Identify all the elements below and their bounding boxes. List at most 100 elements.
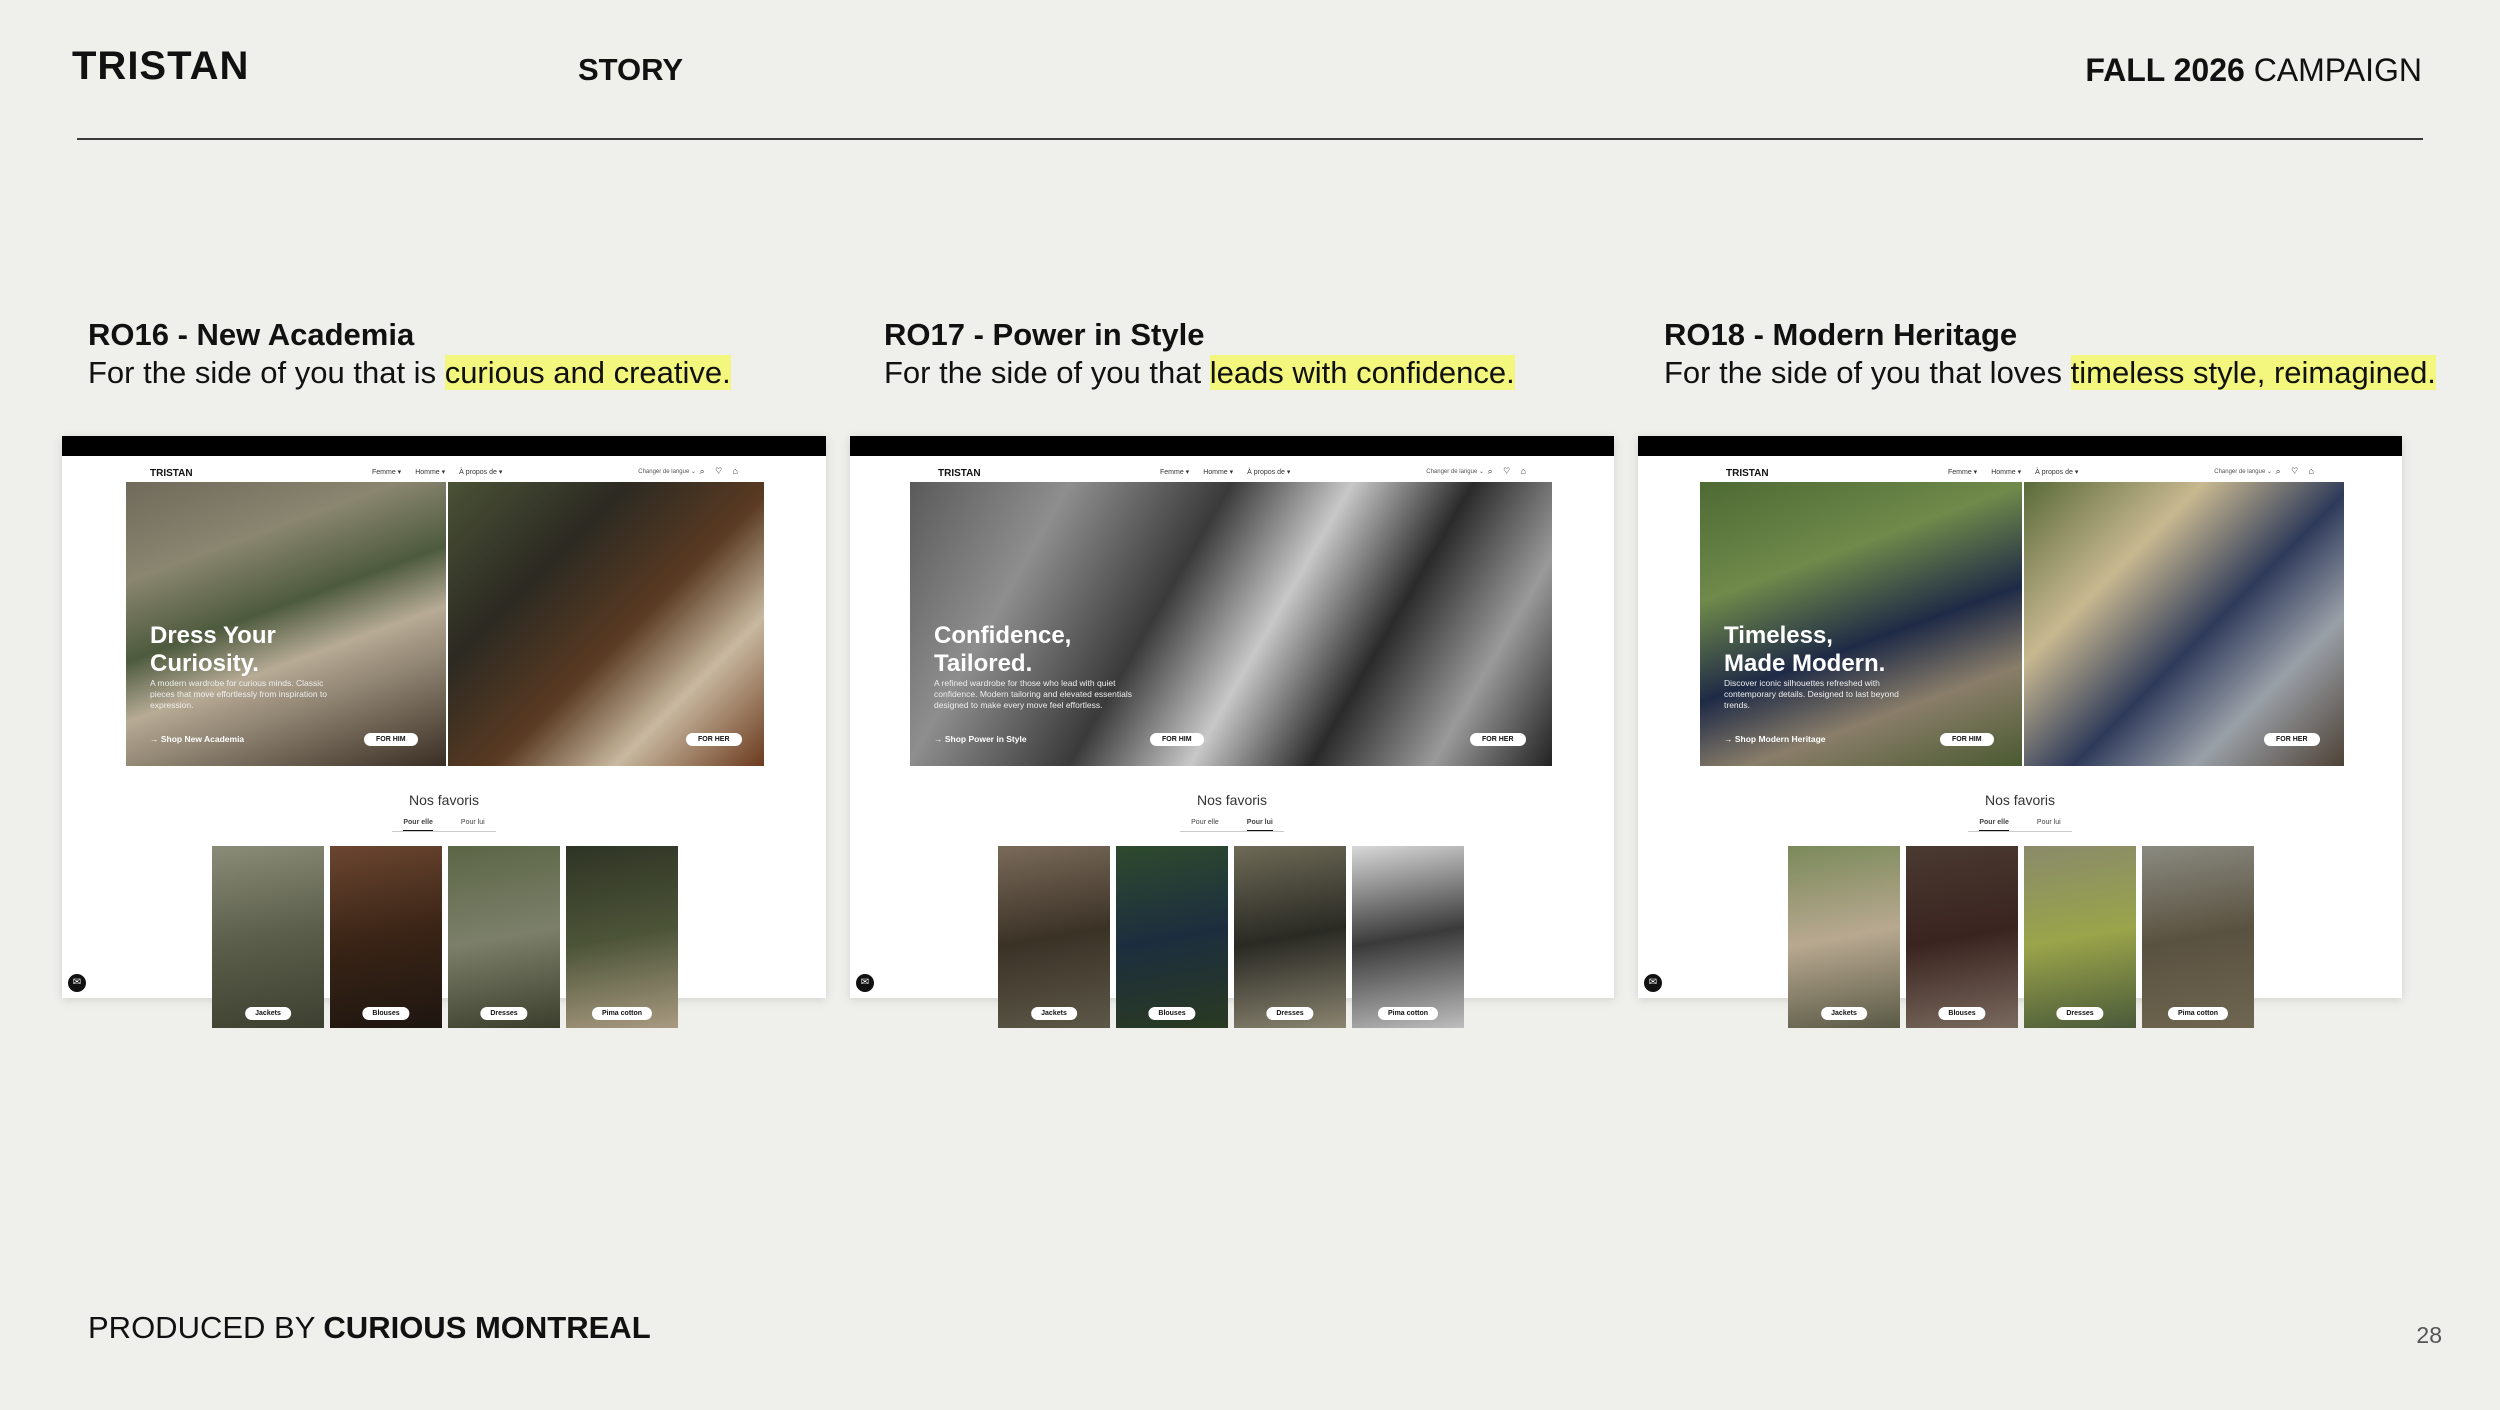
tab-pour-elle[interactable]: Pour elle — [1191, 819, 1219, 830]
chat-icon[interactable]: ✉ — [1644, 974, 1662, 992]
nav-homme[interactable]: Homme ▾ — [1203, 469, 1233, 476]
hero-description: Discover iconic silhouettes refreshed wi… — [1724, 678, 1899, 710]
language-selector[interactable]: Changer de langue ⌄ — [638, 468, 696, 475]
page-number: 28 — [2416, 1322, 2442, 1348]
product-cards: Jackets Blouses Dresses Pima cotton — [212, 846, 680, 1028]
column-tagline: For the side of you that loves timeless … — [1664, 354, 2436, 392]
footer-credit: PRODUCED BY CURIOUS MONTREAL — [88, 1310, 651, 1346]
nav-homme[interactable]: Homme ▾ — [415, 469, 445, 476]
tagline-prefix: For the side of you that loves — [1664, 355, 2071, 390]
tagline-prefix: For the side of you that — [884, 355, 1210, 390]
product-card[interactable]: Dresses — [2024, 846, 2136, 1028]
product-card[interactable]: Blouses — [1116, 846, 1228, 1028]
site-logo[interactable]: TRISTAN — [150, 468, 193, 479]
hero-description: A modern wardrobe for curious minds. Cla… — [150, 678, 328, 710]
nav-femme[interactable]: Femme ▾ — [1948, 469, 1977, 476]
favorites-heading: Nos favoris — [1984, 792, 2056, 808]
hero-title: Timeless, Made Modern. — [1724, 622, 1886, 677]
product-card-label[interactable]: Pima cotton — [591, 1007, 653, 1020]
tagline-prefix: For the side of you that is — [88, 355, 445, 390]
nav-about[interactable]: À propos de ▾ — [2035, 469, 2078, 476]
product-card[interactable]: Blouses — [1906, 846, 2018, 1028]
nav-femme[interactable]: Femme ▾ — [372, 469, 401, 476]
language-selector[interactable]: Changer de langue ⌄ — [1426, 468, 1484, 475]
product-card[interactable]: Jackets — [998, 846, 1110, 1028]
product-card[interactable]: Pima cotton — [1352, 846, 1464, 1028]
product-card[interactable]: Dresses — [448, 846, 560, 1028]
footer-prefix: PRODUCED BY — [88, 1310, 324, 1345]
browser-topbar — [62, 436, 826, 456]
product-card-label[interactable]: Jackets — [1821, 1007, 1867, 1020]
favorites-heading: Nos favoris — [1196, 792, 1268, 808]
language-selector[interactable]: Changer de langue ⌄ — [2214, 468, 2272, 475]
for-her-button[interactable]: FOR HER — [1470, 733, 1526, 746]
product-card-label[interactable]: Blouses — [1148, 1007, 1196, 1020]
product-card[interactable]: Jackets — [212, 846, 324, 1028]
column-tagline: For the side of you that leads with conf… — [884, 354, 1515, 392]
tabs-divider — [1180, 831, 1284, 832]
footer-agency: CURIOUS MONTREAL — [323, 1310, 651, 1345]
site-nav-links: Femme ▾ Homme ▾ À propos de ▾ — [372, 468, 516, 476]
hero-banner: Confidence, Tailored. A refined wardrobe… — [910, 482, 1552, 766]
product-card-label[interactable]: Dresses — [480, 1007, 528, 1020]
for-him-button[interactable]: FOR HIM — [364, 733, 418, 746]
chat-icon[interactable]: ✉ — [856, 974, 874, 992]
campaign-label: FALL 2026 CAMPAIGN — [2085, 52, 2422, 89]
product-card-label[interactable]: Pima cotton — [1377, 1007, 1439, 1020]
hero-shop-link[interactable]: → Shop New Academia — [150, 734, 244, 744]
tab-pour-lui[interactable]: Pour lui — [2037, 819, 2061, 830]
hero-description: A refined wardrobe for those who lead wi… — [934, 678, 1132, 710]
for-her-button[interactable]: FOR HER — [2264, 733, 2320, 746]
product-card[interactable]: Pima cotton — [566, 846, 678, 1028]
hero-photo-right — [448, 482, 764, 766]
product-card[interactable]: Jackets — [1788, 846, 1900, 1028]
product-card[interactable]: Pima cotton — [2142, 846, 2254, 1028]
nav-homme[interactable]: Homme ▾ — [1991, 469, 2021, 476]
product-card-label[interactable]: Jackets — [1031, 1007, 1077, 1020]
tagline-highlight: timeless style, reimagined. — [2070, 355, 2436, 390]
tabs-divider — [1968, 831, 2072, 832]
product-card[interactable]: Dresses — [1234, 846, 1346, 1028]
tab-pour-lui[interactable]: Pour lui — [461, 819, 485, 830]
site-nav-links: Femme ▾ Homme ▾ À propos de ▾ — [1160, 468, 1304, 476]
browser-topbar — [850, 436, 1614, 456]
website-screenshot-ro17: TRISTAN Femme ▾ Homme ▾ À propos de ▾ Chan… — [850, 436, 1614, 1028]
chat-icon[interactable]: ✉ — [68, 974, 86, 992]
search-wishlist-cart-icons[interactable]: ⌕ ♡ ⌂ — [2276, 466, 2318, 477]
product-card-label[interactable]: Jackets — [245, 1007, 291, 1020]
hero-shop-link[interactable]: → Shop Power in Style — [934, 734, 1027, 744]
product-card-label[interactable]: Dresses — [1266, 1007, 1314, 1020]
hero-banner: Dress Your Curiosity. A modern wardrobe … — [126, 482, 764, 766]
tagline-highlight: curious and creative. — [444, 355, 731, 390]
hero-shop-link[interactable]: → Shop Modern Heritage — [1724, 734, 1826, 744]
section-label: STORY — [578, 52, 684, 87]
tabs-divider — [392, 831, 496, 832]
column-heading-ro18: RO18 - Modern Heritage For the side of y… — [1664, 316, 2436, 392]
product-card[interactable]: Blouses — [330, 846, 442, 1028]
product-card-label[interactable]: Dresses — [2056, 1007, 2104, 1020]
tagline-highlight: leads with confidence. — [1209, 355, 1515, 390]
nav-femme[interactable]: Femme ▾ — [1160, 469, 1189, 476]
product-card-label[interactable]: Blouses — [362, 1007, 410, 1020]
product-card-label[interactable]: Pima cotton — [2167, 1007, 2229, 1020]
product-card-label[interactable]: Blouses — [1938, 1007, 1986, 1020]
for-her-button[interactable]: FOR HER — [686, 733, 742, 746]
product-cards: Jackets Blouses Dresses Pima cotton — [1788, 846, 2256, 1028]
site-logo[interactable]: TRISTAN — [1726, 468, 1769, 479]
search-wishlist-cart-icons[interactable]: ⌕ ♡ ⌂ — [700, 466, 742, 477]
brand-logo: TRISTAN — [72, 44, 250, 88]
site-logo[interactable]: TRISTAN — [938, 468, 981, 479]
website-screenshot-ro16: TRISTAN Femme ▾ Homme ▾ À propos de ▾ Chan… — [62, 436, 826, 1028]
column-title: RO16 - New Academia — [88, 317, 415, 352]
for-him-button[interactable]: FOR HIM — [1940, 733, 1994, 746]
nav-about[interactable]: À propos de ▾ — [459, 469, 502, 476]
campaign-season: FALL 2026 — [2085, 52, 2245, 88]
search-wishlist-cart-icons[interactable]: ⌕ ♡ ⌂ — [1488, 466, 1530, 477]
for-him-button[interactable]: FOR HIM — [1150, 733, 1204, 746]
header-rule — [77, 138, 2423, 140]
column-title: RO17 - Power in Style — [884, 317, 1205, 352]
campaign-word: CAMPAIGN — [2244, 52, 2422, 88]
nav-about[interactable]: À propos de ▾ — [1247, 469, 1290, 476]
hero-title: Dress Your Curiosity. — [150, 622, 276, 677]
site-nav-links: Femme ▾ Homme ▾ À propos de ▾ — [1948, 468, 2092, 476]
